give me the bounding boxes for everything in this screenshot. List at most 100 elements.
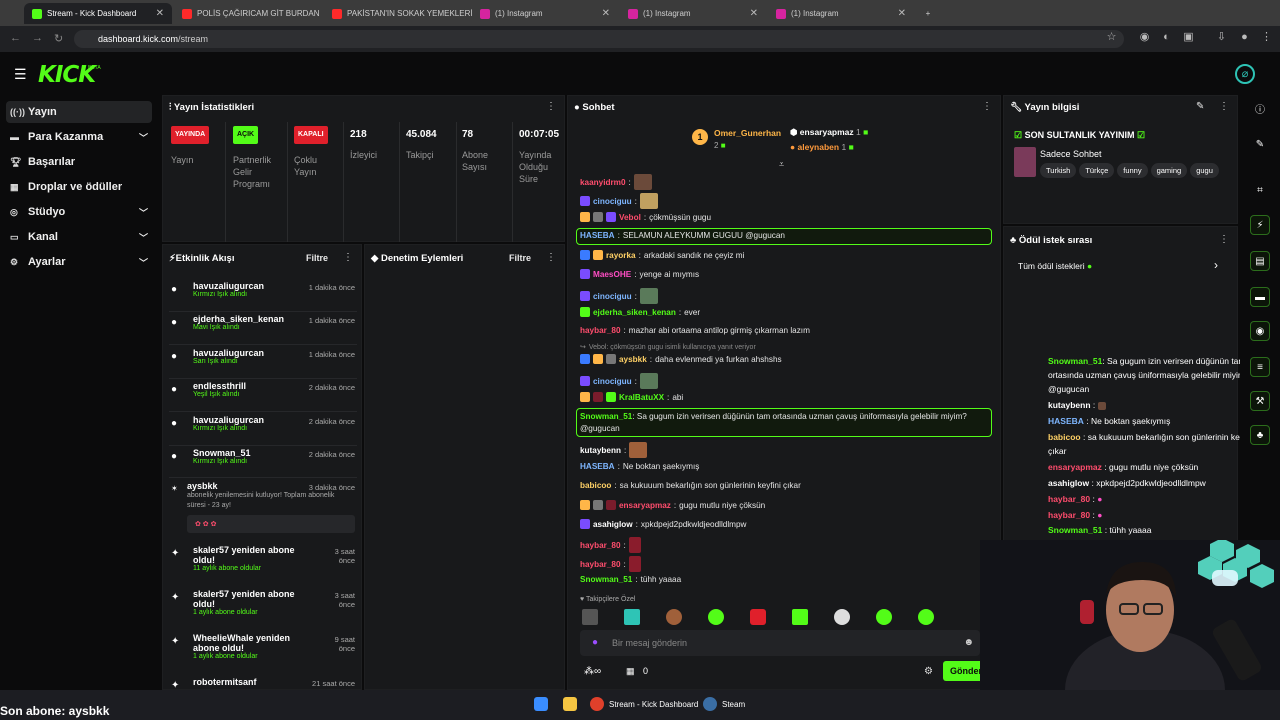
gift-icon: ♣ xyxy=(1010,235,1019,246)
sidebar-item-stream[interactable]: ((·)) Yayın xyxy=(6,101,152,123)
close-icon[interactable]: ✕ xyxy=(898,8,906,19)
stream-stats-panel: ⫶ Yayın İstatistikleri ⋮ YAYINDA Yayın A… xyxy=(162,95,565,242)
top-gifter-name[interactable]: ● aleynaben 1 ■ xyxy=(790,142,854,152)
file-explorer-button[interactable] xyxy=(563,697,577,711)
avatar[interactable]: ● xyxy=(1238,31,1251,44)
start-button[interactable] xyxy=(534,697,548,711)
sidebar-item-achievements[interactable]: 🏆︎ Başarılar xyxy=(6,151,152,173)
extension-icon[interactable]: ◉ xyxy=(1138,31,1151,44)
top-gifter-badge: 1 xyxy=(692,129,708,145)
menu-dots-icon[interactable]: ⋮ xyxy=(1260,31,1273,44)
panel-title: ⚡︎Etkinlik Akışı xyxy=(169,253,235,264)
tag[interactable]: funny xyxy=(1117,163,1148,178)
broadcast-icon[interactable]: ◉ xyxy=(1250,321,1270,341)
chat-message: Snowman_51: tühh yaaaa xyxy=(580,575,682,584)
emote-icon[interactable] xyxy=(792,609,808,625)
chat-message: cinociguu: xyxy=(580,288,990,304)
top-gifter-name[interactable]: Omer_Gunerhan xyxy=(714,128,781,138)
menu-dots-icon[interactable]: ⋮ xyxy=(982,101,992,112)
tab-instagram-2[interactable]: (1) Instagram ✕ xyxy=(620,3,766,24)
tab-kick-dashboard[interactable]: Stream - Kick Dashboard ✕ xyxy=(24,3,172,24)
star-icon: ✦ xyxy=(171,636,180,647)
taskbar-app-chrome[interactable]: Stream - Kick Dashboard xyxy=(590,697,698,711)
close-icon[interactable]: ✕ xyxy=(750,8,758,19)
filter-button[interactable]: Filtre xyxy=(509,253,531,263)
chat-settings-icon[interactable]: ⚙ xyxy=(924,666,933,677)
chat-icon[interactable]: ▬ xyxy=(1250,287,1270,307)
document-icon[interactable]: ▤ xyxy=(1250,251,1270,271)
hamburger-menu-icon[interactable]: ☰ xyxy=(14,66,27,83)
emote-icon[interactable] xyxy=(750,609,766,625)
emote-icon[interactable] xyxy=(666,609,682,625)
expand-icon[interactable]: ⩡ xyxy=(779,159,784,170)
microphone-icon[interactable]: ● xyxy=(592,637,598,648)
edit-icon[interactable]: ✎ xyxy=(1250,135,1270,155)
sidebar-item-channel[interactable]: ▭ Kanal ﹀ xyxy=(6,226,152,248)
tab-youtube-2[interactable]: PAKİSTAN'IN SOKAK YEMEKLERİ✕ xyxy=(324,3,472,24)
emote-icon[interactable] xyxy=(624,609,640,625)
close-icon[interactable]: ✕ xyxy=(602,8,610,19)
tab-youtube-1[interactable]: POLİS ÇAĞIRICAM GİT BURDAN✕ xyxy=(174,3,322,24)
close-icon[interactable]: ✕ xyxy=(156,8,164,19)
tag[interactable]: Türkçe xyxy=(1079,163,1115,178)
moderation-panel: ◆ Denetim Eylemleri Filtre ⋮ xyxy=(364,244,565,690)
gift-icon[interactable]: ♣ xyxy=(1250,425,1270,445)
tag-list: Turkish Türkçe funny gaming gugu xyxy=(1040,163,1222,178)
sidebar-item-drops[interactable]: ▦ Droplar ve ödüller xyxy=(6,176,152,198)
sidebar-item-settings[interactable]: ⚙ Ayarlar ﹀ xyxy=(6,251,152,273)
filter-button[interactable]: Filtre xyxy=(306,253,328,263)
tag[interactable]: gaming xyxy=(1150,163,1188,178)
chat-input[interactable]: ● Bir mesaj gönderin ☻ xyxy=(580,630,980,656)
user-icon: ● xyxy=(171,451,178,462)
url-input[interactable]: dashboard.kick.com/stream xyxy=(74,30,1124,48)
back-icon[interactable]: ← xyxy=(10,32,21,44)
app-header xyxy=(0,52,1280,95)
gift-icon: ▦ xyxy=(626,666,635,676)
tag[interactable]: gugu xyxy=(1190,163,1219,178)
category-name[interactable]: Sadece Sohbet xyxy=(1040,149,1102,159)
edit-icon[interactable]: ✎ xyxy=(1196,101,1204,112)
wrench-icon[interactable]: ⚒ xyxy=(1250,391,1270,411)
top-gifter-name[interactable]: ⬢ ensaryapmaz 1 ■ xyxy=(790,127,868,138)
taskbar-app-steam[interactable]: Steam xyxy=(703,697,745,711)
menu-dots-icon[interactable]: ⋮ xyxy=(546,101,556,112)
kick-logo[interactable]: KICK xyxy=(38,62,96,88)
emote-icon[interactable] xyxy=(834,609,850,625)
tag[interactable]: Turkish xyxy=(1040,163,1077,178)
emote-icon[interactable] xyxy=(918,609,934,625)
menu-dots-icon[interactable]: ⋮ xyxy=(1219,101,1229,112)
list-item: ● havuzaliugurcan Kırmızı Işık alındı 2 d… xyxy=(171,415,355,432)
category-thumbnail[interactable] xyxy=(1014,147,1036,177)
emote-icon[interactable] xyxy=(582,609,598,625)
emote-icon[interactable] xyxy=(708,609,724,625)
forward-icon[interactable]: → xyxy=(32,32,43,44)
tab-instagram-1[interactable]: (1) Instagram ✕ xyxy=(472,3,618,24)
sidebar-item-monetization[interactable]: ▬ Para Kazanma ﹀ xyxy=(6,126,152,148)
sidebar-item-studio[interactable]: ◎ Stüdyo ﹀ xyxy=(6,201,152,223)
profile-avatar[interactable]: ⌀ xyxy=(1235,64,1255,84)
emote-icon[interactable] xyxy=(876,609,892,625)
info-icon[interactable]: ⓘ xyxy=(1250,101,1270,121)
bookmark-star-icon[interactable]: ☆ xyxy=(1105,31,1118,44)
panel-title: ◆ Denetim Eylemleri xyxy=(371,253,464,264)
last-sub-label: Son abone: aysbkk xyxy=(0,704,110,718)
new-tab-button[interactable]: + xyxy=(920,3,936,24)
all-rewards-link[interactable]: Tüm ödül istekleri ● xyxy=(1018,261,1092,271)
chevron-right-icon[interactable]: › xyxy=(1214,258,1218,272)
reload-icon[interactable]: ↻ xyxy=(54,32,63,45)
downloads-icon[interactable]: ⇩ xyxy=(1215,31,1228,44)
gift-counter[interactable]: ▦ 0 xyxy=(626,666,648,677)
emoji-icon[interactable]: ☻ xyxy=(963,637,974,648)
menu-dots-icon[interactable]: ⋮ xyxy=(343,252,353,263)
menu-dots-icon[interactable]: ⋮ xyxy=(1219,234,1229,245)
points-icon[interactable]: ⁂∞ xyxy=(584,666,601,677)
emote-icon xyxy=(628,537,641,553)
extension-icon[interactable]: ◐ xyxy=(1160,31,1173,44)
crop-icon[interactable]: ⌗ xyxy=(1250,181,1270,201)
list-icon[interactable]: ≡ xyxy=(1250,357,1270,377)
bolt-icon[interactable]: ⚡︎ xyxy=(1250,215,1270,235)
menu-dots-icon[interactable]: ⋮ xyxy=(546,252,556,263)
steam-icon xyxy=(703,697,717,711)
tab-instagram-3[interactable]: (1) Instagram ✕ xyxy=(768,3,914,24)
puzzle-icon[interactable]: ▣ xyxy=(1182,31,1195,44)
